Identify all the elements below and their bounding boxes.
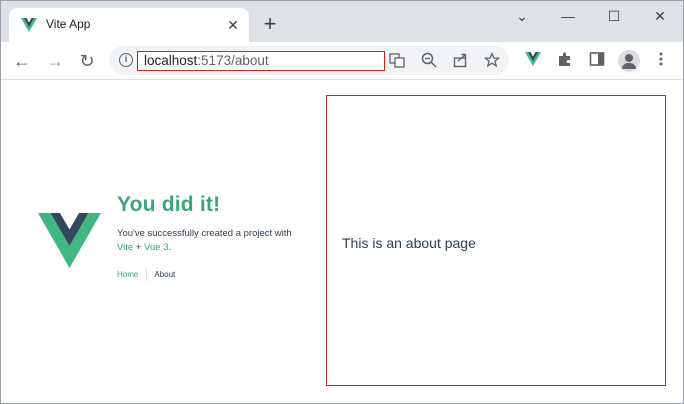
subtext-period: . — [168, 242, 172, 253]
subtext-prefix: You've successfully created a project wi… — [117, 228, 292, 239]
reload-button[interactable]: ↻ — [76, 50, 98, 72]
tab-search-icon[interactable]: ⌄ — [511, 6, 533, 26]
vue-favicon-icon — [21, 18, 37, 32]
about-panel: This is an about page — [326, 95, 666, 386]
greeting-heading: You did it! — [117, 193, 221, 216]
nav-about-link[interactable]: About — [154, 270, 175, 279]
nav-home-link[interactable]: Home — [117, 270, 138, 279]
back-button[interactable]: ← — [11, 50, 33, 72]
site-info-icon[interactable]: i — [119, 53, 133, 67]
tab-vite-app[interactable]: Vite App ✕ — [9, 8, 249, 42]
profile-body — [622, 63, 636, 69]
vue-link[interactable]: Vue 3 — [144, 242, 168, 253]
url-field[interactable]: localhost:5173/about — [137, 51, 385, 71]
main-nav: Home About — [117, 269, 175, 281]
url-path: :5173/about — [197, 53, 269, 68]
maximize-icon[interactable]: ☐ — [603, 6, 625, 26]
share-icon[interactable] — [452, 52, 470, 70]
profile-avatar-icon[interactable] — [618, 50, 640, 72]
extensions-icon[interactable] — [555, 51, 575, 71]
bookmark-star-icon[interactable] — [483, 51, 501, 70]
nav-divider — [146, 269, 148, 281]
menu-kebab-icon[interactable] — [651, 51, 671, 71]
greeting-subtext: You've successfully created a project wi… — [117, 227, 307, 255]
vue-devtools-icon[interactable] — [523, 51, 543, 71]
vue-logo-icon — [38, 213, 101, 268]
url-host: localhost — [144, 53, 198, 68]
vite-link[interactable]: Vite — [117, 242, 133, 253]
browser-toolbar: ← → ↻ i localhost:5173/about — [0, 42, 684, 80]
translate-icon[interactable] — [388, 52, 406, 70]
profile-head — [625, 54, 633, 62]
zoom-icon[interactable] — [420, 52, 438, 70]
title-bar: Vite App ✕ + ⌄ — ☐ ✕ — [0, 0, 684, 42]
tab-close-icon[interactable]: ✕ — [225, 17, 241, 33]
about-text: This is an about page — [342, 235, 476, 251]
side-panel-icon[interactable] — [587, 51, 607, 71]
window-close-icon[interactable]: ✕ — [649, 6, 671, 26]
plus-sign: + — [133, 242, 145, 253]
page-content: You did it! You've successfully created … — [0, 80, 684, 404]
forward-button[interactable]: → — [44, 50, 66, 72]
new-tab-button[interactable]: + — [259, 13, 281, 35]
address-bar[interactable]: i localhost:5173/about — [109, 46, 509, 75]
minimize-icon[interactable]: — — [557, 6, 579, 26]
tab-title: Vite App — [46, 17, 91, 31]
